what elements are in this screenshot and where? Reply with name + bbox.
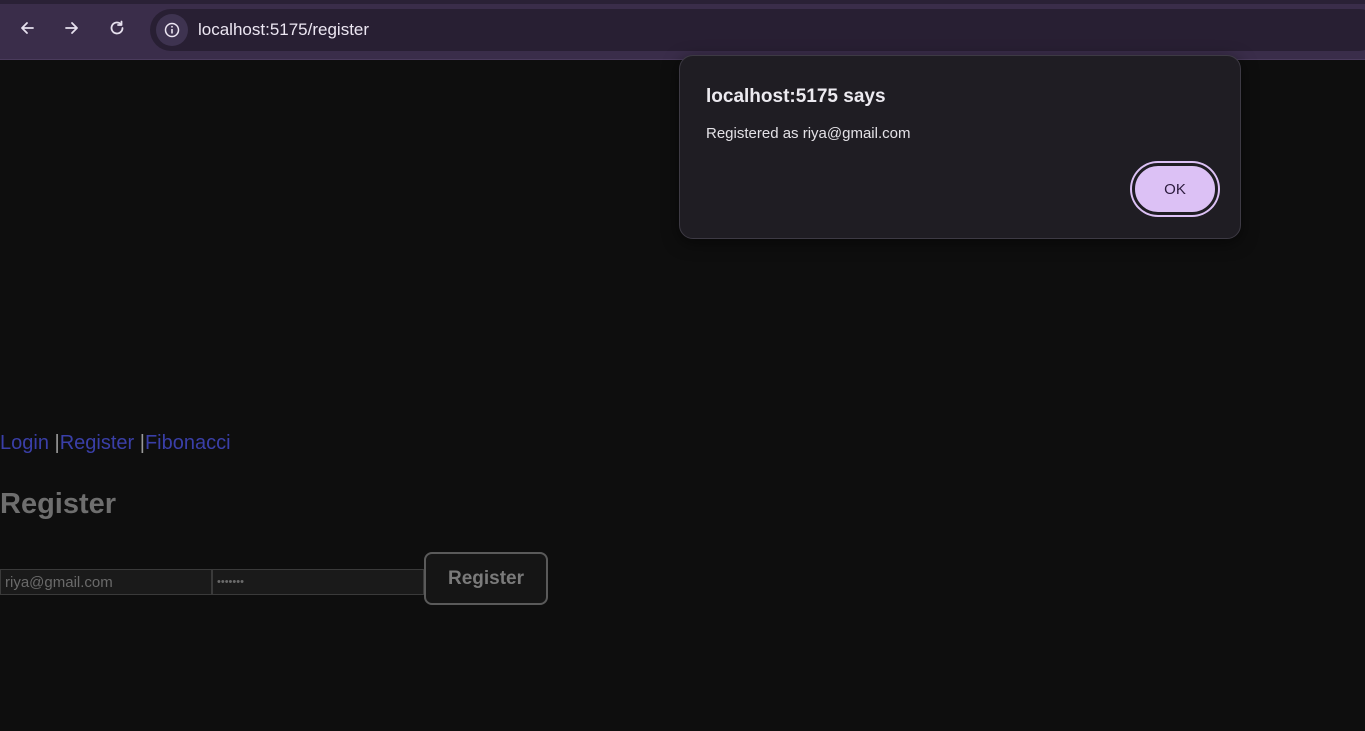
- nav-link-register[interactable]: Register: [60, 432, 134, 454]
- address-bar[interactable]: localhost:5175/register: [150, 9, 1365, 51]
- tab-strip: [0, 0, 1365, 4]
- back-button[interactable]: [13, 14, 41, 42]
- browser-toolbar: localhost:5175/register: [0, 0, 1365, 60]
- info-icon: [164, 22, 180, 38]
- arrow-left-icon: [21, 22, 34, 34]
- arrow-right-icon: [65, 22, 78, 34]
- nav-link-fibonacci[interactable]: Fibonacci: [145, 432, 231, 454]
- password-value: •••••••: [217, 576, 244, 588]
- email-value: riya@gmail.com: [5, 573, 113, 591]
- reload-icon: [110, 20, 124, 35]
- page-title: Register: [0, 488, 117, 520]
- forward-button[interactable]: [58, 14, 86, 42]
- register-button[interactable]: Register: [424, 552, 548, 605]
- dialog-title: localhost:5175 says: [706, 86, 886, 107]
- email-field[interactable]: riya@gmail.com: [0, 569, 212, 595]
- password-field[interactable]: •••••••: [212, 569, 424, 595]
- nav-link-login[interactable]: Login: [0, 432, 49, 454]
- alert-dialog: localhost:5175 says Registered as riya@g…: [679, 55, 1241, 239]
- site-nav: Login |Register |Fibonacci: [0, 432, 231, 455]
- site-info-button[interactable]: [156, 14, 188, 46]
- dialog-message: Registered as riya@gmail.com: [706, 125, 911, 142]
- url-text[interactable]: localhost:5175/register: [198, 20, 369, 40]
- ok-button[interactable]: OK: [1132, 163, 1218, 215]
- reload-button[interactable]: [103, 14, 131, 42]
